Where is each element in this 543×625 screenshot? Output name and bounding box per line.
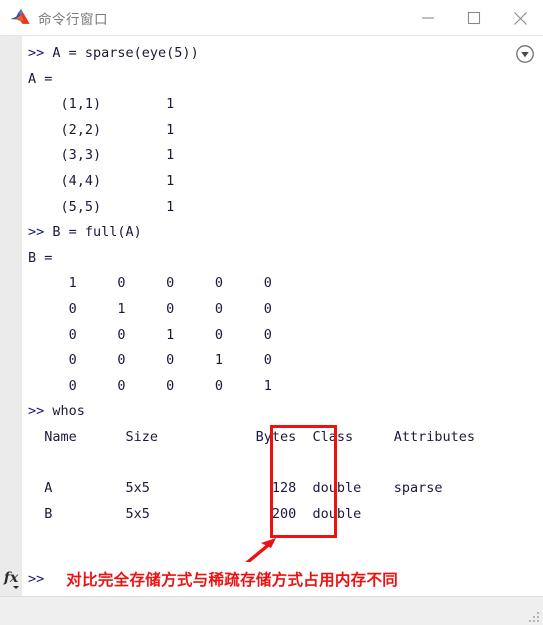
console-line: (2,2) 1 <box>28 121 175 138</box>
window-controls <box>405 0 543 36</box>
annotation-note: 对比完全存储方式与稀疏存储方式占用内存不同 <box>66 571 399 589</box>
console-line: Name Size Bytes Class Attributes <box>28 428 476 445</box>
minimize-icon <box>422 17 434 19</box>
matlab-membrane-icon <box>10 8 30 24</box>
maximize-button[interactable] <box>451 0 497 36</box>
prompt-symbol: >> <box>28 224 45 241</box>
scroll-to-bottom-icon[interactable] <box>515 44 535 64</box>
status-bar <box>0 596 543 625</box>
console-area[interactable]: >> A = sparse(eye(5)) A = (1,1) 1 (2,2) 1… <box>0 36 543 562</box>
console-line: >> B = full(A) <box>28 224 142 241</box>
console-line: (1,1) 1 <box>28 96 175 113</box>
close-icon <box>513 11 527 25</box>
console-line: B = <box>28 249 53 266</box>
console-line: 0 0 0 1 0 <box>28 352 272 369</box>
console-line: A = <box>28 70 53 87</box>
function-browser-button[interactable]: fx <box>0 562 22 596</box>
console-line: >> A = sparse(eye(5)) <box>28 45 199 61</box>
prompt-symbol: >> <box>28 403 45 420</box>
console-line: (4,4) 1 <box>28 172 175 189</box>
console-line: A 5x5 128 double sparse <box>28 480 443 497</box>
console-output[interactable]: >> A = sparse(eye(5)) A = (1,1) 1 (2,2) 1… <box>22 36 543 562</box>
resize-grip-icon[interactable] <box>528 611 540 623</box>
console-line: 0 1 0 0 0 <box>28 300 272 317</box>
console-line: 1 0 0 0 0 <box>28 275 272 292</box>
command-prompt-bar[interactable]: fx >> 对比完全存储方式与稀疏存储方式占用内存不同 <box>0 562 543 596</box>
window-title: 命令行窗口 <box>38 11 108 28</box>
fx-icon: fx <box>3 570 19 586</box>
matlab-command-window: 命令行窗口 >> A = sparse(eye(5)) A = (1,1) 1 … <box>0 0 543 625</box>
prompt-chevrons: >> <box>28 571 45 587</box>
console-gutter <box>0 36 22 562</box>
console-line: (5,5) 1 <box>28 198 175 215</box>
minimize-button[interactable] <box>405 0 451 36</box>
console-line: 0 0 0 0 1 <box>28 377 272 394</box>
console-line: (3,3) 1 <box>28 147 175 164</box>
chevron-down-icon <box>13 586 19 589</box>
close-button[interactable] <box>497 0 543 36</box>
prompt-symbol: >> <box>28 45 45 61</box>
maximize-icon <box>467 11 481 25</box>
title-bar: 命令行窗口 <box>0 0 543 36</box>
console-line: 0 0 1 0 0 <box>28 326 272 343</box>
console-line: B 5x5 200 double <box>28 505 362 522</box>
console-line: >> whos <box>28 403 85 420</box>
